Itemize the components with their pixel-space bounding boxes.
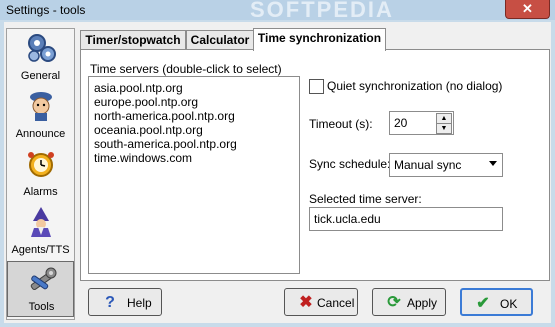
sidebar-item-tools[interactable]: Tools — [7, 261, 74, 317]
sidebar-item-label: General — [20, 70, 61, 82]
sidebar-item-label: Alarms — [23, 186, 58, 198]
wrench-icon — [30, 267, 57, 291]
ok-button[interactable]: ✔ OK — [460, 288, 533, 316]
help-button[interactable]: ? Help — [88, 288, 162, 316]
list-item[interactable]: south-america.pool.ntp.org — [89, 137, 299, 151]
cancel-x-icon: ✖ — [299, 294, 313, 311]
sidebar-item-label: Agents/TTS — [11, 244, 70, 256]
cancel-button-label: Cancel — [317, 296, 355, 310]
sidebar: General Announce Alarms Agents/TTS Tools — [6, 28, 75, 320]
selected-server-value: tick.ucla.edu — [314, 212, 381, 226]
spin-down-icon[interactable]: ▼ — [436, 123, 452, 134]
list-item[interactable]: north-america.pool.ntp.org — [89, 109, 299, 123]
tab-time-synchronization[interactable]: Time synchronization — [253, 28, 386, 51]
servers-label: Time servers (double-click to select) — [90, 62, 282, 76]
selected-server-label: Selected time server: — [309, 192, 422, 206]
tab-timer-stopwatch[interactable]: Timer/stopwatch — [80, 30, 186, 50]
list-item[interactable]: oceania.pool.ntp.org — [89, 123, 299, 137]
checkmark-icon: ✔ — [476, 295, 490, 312]
window-title: Settings - tools — [6, 3, 86, 17]
announcer-icon — [30, 92, 52, 121]
gears-icon — [28, 34, 56, 62]
selected-server-input[interactable]: tick.ucla.edu — [309, 207, 503, 231]
sidebar-item-announce[interactable]: Announce — [7, 87, 74, 143]
sidebar-item-agents-tts[interactable]: Agents/TTS — [7, 203, 74, 259]
wizard-agent-icon — [31, 207, 51, 237]
help-button-label: Help — [127, 296, 152, 310]
tab-calculator[interactable]: Calculator — [186, 30, 254, 50]
list-item[interactable]: time.windows.com — [89, 151, 299, 165]
time-servers-list[interactable]: asia.pool.ntp.org europe.pool.ntp.org no… — [88, 76, 300, 274]
chevron-down-icon[interactable] — [489, 161, 497, 166]
sidebar-item-label: Tools — [28, 301, 55, 313]
title-bar[interactable]: Settings - tools SOFTPEDIA ✕ — [0, 0, 555, 22]
sidebar-item-label: Announce — [15, 128, 66, 140]
sidebar-item-general[interactable]: General — [7, 29, 74, 85]
settings-window: Settings - tools SOFTPEDIA ✕ General Ann… — [0, 0, 555, 327]
list-item[interactable]: europe.pool.ntp.org — [89, 95, 299, 109]
sync-schedule-value: Manual sync — [394, 158, 462, 172]
sync-schedule-select[interactable]: Manual sync — [389, 153, 503, 177]
ok-button-label: OK — [500, 297, 518, 311]
help-icon: ? — [105, 294, 115, 311]
softpedia-watermark: SOFTPEDIA — [250, 0, 394, 22]
close-button[interactable]: ✕ — [505, 0, 550, 19]
alarm-clock-icon — [28, 152, 54, 177]
apply-button-label: Apply — [407, 296, 438, 310]
quiet-sync-checkbox[interactable] — [309, 79, 324, 94]
cancel-button[interactable]: ✖ Cancel — [284, 288, 358, 316]
timeout-stepper[interactable]: 20 ▲ ▼ — [389, 111, 454, 135]
sync-schedule-label: Sync schedule: — [309, 157, 391, 171]
apply-button[interactable]: ⟳ Apply — [372, 288, 446, 316]
quiet-sync-label[interactable]: Quiet synchronization (no dialog) — [327, 79, 502, 93]
refresh-arrows-icon: ⟳ — [387, 294, 401, 311]
sidebar-item-alarms[interactable]: Alarms — [7, 145, 74, 201]
timeout-value[interactable]: 20 — [394, 116, 407, 130]
list-item[interactable]: asia.pool.ntp.org — [89, 81, 299, 95]
timeout-label: Timeout (s): — [309, 117, 373, 131]
